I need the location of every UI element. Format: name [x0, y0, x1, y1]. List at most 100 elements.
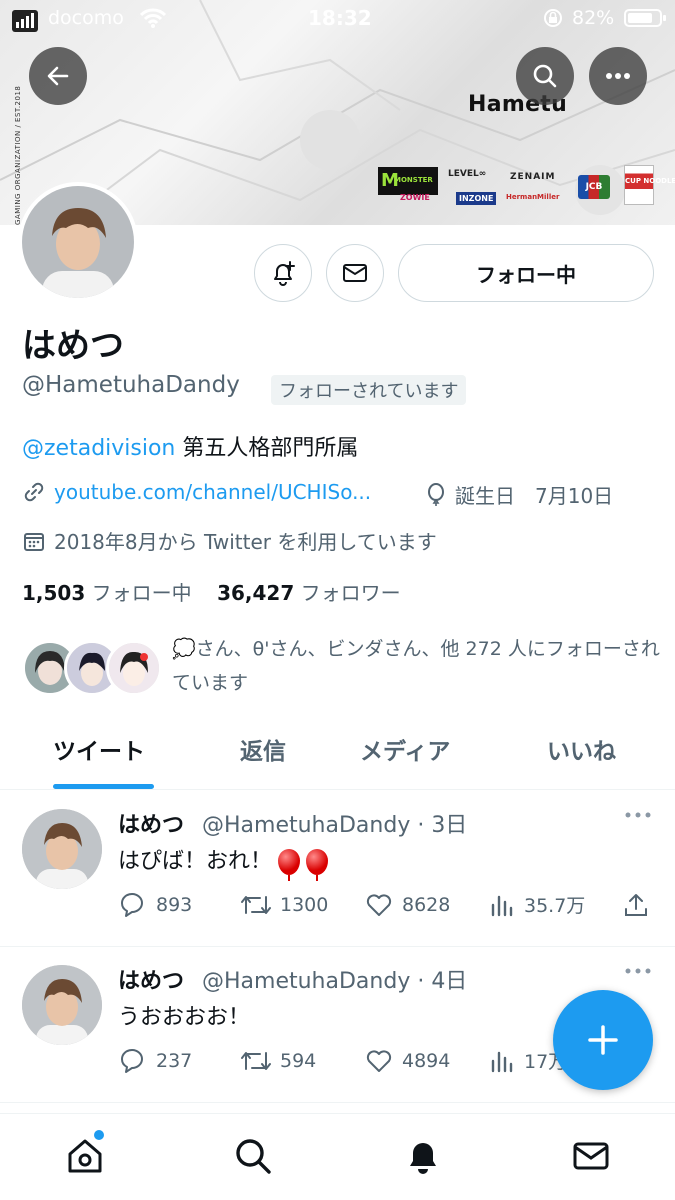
- tweet-avatar[interactable]: [22, 809, 102, 889]
- reply-count: 893: [156, 894, 193, 916]
- retweet-icon: [241, 1052, 271, 1070]
- retweet-button[interactable]: 1300: [240, 891, 328, 919]
- reply-button[interactable]: 237: [118, 1047, 192, 1075]
- home-icon: [68, 1139, 102, 1173]
- tab-likes[interactable]: いいね: [547, 732, 616, 766]
- follower-avatar: [106, 640, 162, 696]
- user-handle: @HametuhaDandy: [22, 372, 240, 398]
- nav-home[interactable]: [63, 1134, 107, 1178]
- tweet-text-content: はぴば！おれ！: [118, 849, 273, 874]
- reply-button[interactable]: 893: [118, 891, 192, 919]
- tweet-author-name: はめつ: [118, 813, 185, 838]
- message-button[interactable]: [326, 244, 384, 302]
- more-options-button[interactable]: [589, 47, 647, 105]
- followed-by-section[interactable]: 💭さん、θ'さん、ビンダさん、他 272 人にフォローされています: [22, 632, 662, 702]
- reply-icon: [121, 1049, 143, 1073]
- nav-search[interactable]: [231, 1134, 275, 1178]
- tab-replies[interactable]: 返信: [240, 732, 286, 766]
- compose-tweet-button[interactable]: [553, 990, 653, 1090]
- profile-avatar[interactable]: [18, 182, 138, 302]
- sponsor-cupnoodle-logo: CUP NOODLE: [624, 165, 675, 205]
- link-icon: [24, 482, 44, 502]
- sponsor-hermanmiller-logo: HermanMiller: [506, 193, 560, 201]
- tweet-text: うおおおお！: [118, 1005, 251, 1030]
- reply-icon: [121, 893, 143, 917]
- search-icon: [533, 64, 557, 88]
- calendar-icon: [24, 532, 44, 551]
- view-count: 35.7万: [524, 895, 586, 917]
- sponsor-inzone-logo: INZONE: [456, 192, 497, 205]
- profile-link-row: youtube.com/channel/UCHISo...: [22, 480, 371, 504]
- tweet-author-name: はめつ: [118, 969, 185, 994]
- like-button[interactable]: 4894: [364, 1047, 450, 1075]
- display-name: はめつ: [22, 326, 124, 366]
- sponsor-logos: MONSTER LEVEL∞ ZENAIM ZOWIE INZONE Herma…: [378, 165, 675, 213]
- tweet-meta: @HametuhaDandy · 4日: [202, 969, 468, 994]
- bell-icon: [410, 1143, 436, 1174]
- profile-tabs: ツイート 返信 メディア いいね: [0, 718, 675, 790]
- balloon-emoji: [306, 849, 329, 881]
- profile-bio: @zetadivision 第五人格部門所属: [22, 430, 358, 462]
- following-link[interactable]: 1,503 フォロー中: [22, 581, 192, 605]
- bio-mention-link[interactable]: @zetadivision: [22, 436, 175, 461]
- birthday-text: 誕生日 7月10日: [455, 484, 614, 508]
- search-icon: [236, 1139, 271, 1174]
- home-unread-dot: [94, 1130, 104, 1140]
- more-horizontal-icon[interactable]: [624, 811, 652, 819]
- following-button[interactable]: フォロー中: [398, 244, 654, 302]
- back-button[interactable]: [29, 47, 87, 105]
- analytics-icon: [491, 1051, 513, 1072]
- reply-count: 237: [156, 1050, 193, 1072]
- follows-you-badge: フォローされています: [271, 375, 467, 405]
- clock: 18:32: [308, 6, 372, 30]
- bio-text: 第五人格部門所属: [175, 436, 359, 461]
- like-button[interactable]: 8628: [364, 891, 450, 919]
- rotation-lock-icon: [544, 9, 562, 27]
- balloon-icon: [428, 482, 444, 506]
- notify-button[interactable]: [254, 244, 312, 302]
- like-count: 4894: [402, 1050, 451, 1072]
- followers-label: フォロワー: [300, 581, 401, 605]
- tweet-text: はぴば！おれ！: [118, 843, 329, 881]
- more-horizontal-icon[interactable]: [624, 967, 652, 975]
- retweet-icon: [241, 896, 271, 914]
- retweet-count: 594: [280, 1050, 317, 1072]
- views-button[interactable]: 35.7万: [490, 891, 585, 918]
- plus-icon: [588, 1025, 618, 1055]
- following-count: 1,503: [22, 581, 86, 605]
- search-button[interactable]: [516, 47, 574, 105]
- tab-tweets[interactable]: ツイート: [53, 732, 145, 766]
- signal-icon: [12, 10, 38, 32]
- follow-counts: 1,503 フォロー中 36,427 フォロワー: [22, 577, 401, 606]
- nav-messages[interactable]: [569, 1134, 613, 1178]
- profile-photo: [22, 186, 134, 298]
- tweet-actions: 893 1300 8628 35.7万: [118, 891, 658, 921]
- profile-website-link[interactable]: youtube.com/channel/UCHISo...: [54, 480, 371, 504]
- active-tab-indicator: [53, 784, 154, 789]
- envelope-icon: [343, 264, 367, 282]
- tweet-avatar[interactable]: [22, 965, 102, 1045]
- share-button[interactable]: [622, 891, 658, 919]
- status-bar: docomo 18:32 82%: [0, 0, 675, 38]
- nav-notifications[interactable]: [401, 1134, 445, 1178]
- tab-media[interactable]: メディア: [360, 732, 450, 766]
- followers-count: 36,427: [217, 581, 295, 605]
- retweet-button[interactable]: 594: [240, 1047, 316, 1075]
- joined-row: 2018年8月から Twitter を利用しています: [22, 526, 437, 555]
- carrier-name: docomo: [48, 7, 124, 29]
- heart-icon: [366, 1050, 392, 1072]
- balloon-emoji: [278, 849, 301, 881]
- heart-icon: [366, 894, 392, 916]
- sponsor-level-logo: LEVEL∞: [448, 169, 487, 179]
- sponsor-zowie-logo: ZOWIE: [400, 193, 430, 202]
- analytics-icon: [491, 895, 513, 916]
- following-label: フォロー中: [91, 581, 192, 605]
- followers-link[interactable]: 36,427 フォロワー: [217, 581, 401, 605]
- battery-percent: 82%: [572, 7, 615, 29]
- like-count: 8628: [402, 894, 451, 916]
- tweet[interactable]: はめつ @HametuhaDandy · 3日 はぴば！おれ！ 893 1300…: [0, 791, 675, 947]
- followed-by-text: 💭さん、θ'さん、ビンダさん、他 272 人にフォローされています: [172, 638, 660, 694]
- bottom-navigation: [0, 1113, 675, 1200]
- joined-text: 2018年8月から Twitter を利用しています: [54, 530, 437, 554]
- birthday-row: 誕生日 7月10日: [425, 480, 613, 509]
